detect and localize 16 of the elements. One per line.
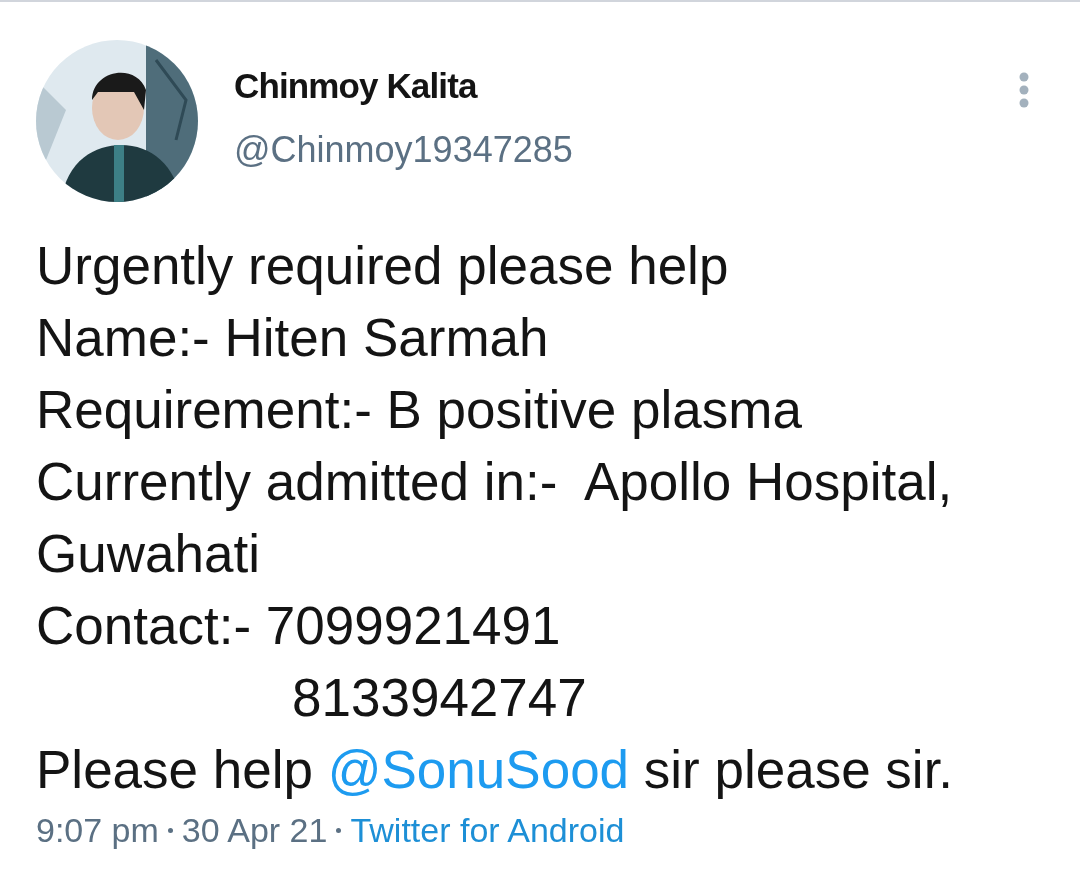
- tweet-date: 30 Apr 21: [181, 810, 328, 850]
- separator-dot-icon: [167, 827, 173, 833]
- tweet-line: Requirement:- B positive plasma: [36, 379, 803, 441]
- more-options-icon[interactable]: [1018, 72, 1030, 108]
- tweet-time: 9:07 pm: [36, 810, 159, 850]
- tweet-line: Please help @SonuSood sir please sir.: [36, 739, 955, 801]
- source-link[interactable]: Twitter for Android: [350, 810, 625, 850]
- author-handle: @Chinmoy19347285: [234, 130, 574, 170]
- author-name: Chinmoy Kalita: [234, 66, 479, 106]
- tweet-line: Name:- Hiten Sarmah: [36, 307, 550, 369]
- separator-dot-icon: [336, 827, 342, 833]
- tweet-line: Currently admitted in:- Apollo Hospital, Guwahati: [36, 451, 954, 585]
- mention-link[interactable]: @SonuSood: [327, 740, 630, 799]
- tweet-line: Urgently required please help: [36, 235, 730, 297]
- tweet-line: Contact:- 7099921491: [36, 595, 562, 657]
- tweet-line: 8133942747: [291, 667, 588, 729]
